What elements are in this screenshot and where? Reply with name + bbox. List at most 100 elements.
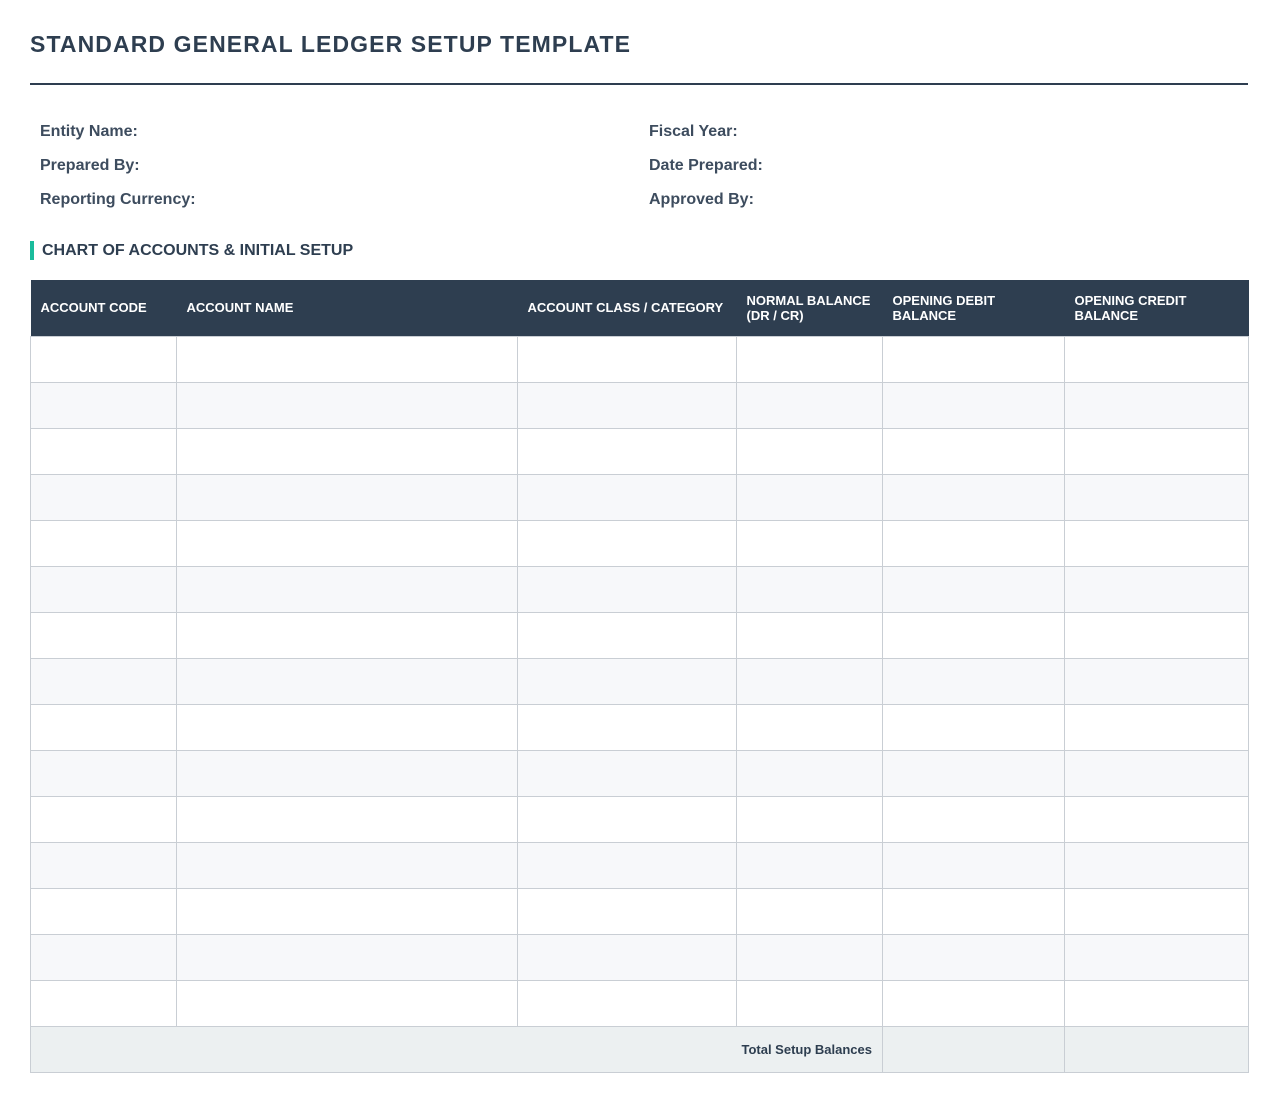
account-name-cell[interactable] <box>176 703 518 751</box>
table-row <box>30 933 1249 981</box>
account-code-cell[interactable] <box>30 657 177 705</box>
account-code-cell[interactable] <box>30 473 177 521</box>
opening-debit-cell[interactable] <box>882 887 1065 935</box>
account-name-cell[interactable] <box>176 979 518 1027</box>
account-class-cell[interactable] <box>517 749 737 797</box>
opening-debit-cell[interactable] <box>882 795 1065 843</box>
account-code-cell[interactable] <box>30 979 177 1027</box>
opening-debit-cell[interactable] <box>882 565 1065 613</box>
opening-credit-cell[interactable] <box>1064 657 1249 705</box>
table-row <box>30 795 1249 843</box>
opening-debit-cell[interactable] <box>882 519 1065 567</box>
normal-balance-cell[interactable] <box>736 749 883 797</box>
opening-credit-cell[interactable] <box>1064 979 1249 1027</box>
account-name-cell[interactable] <box>176 427 518 475</box>
table-body <box>30 335 1249 1027</box>
opening-credit-cell[interactable] <box>1064 703 1249 751</box>
opening-credit-cell[interactable] <box>1064 381 1249 429</box>
normal-balance-cell[interactable] <box>736 657 883 705</box>
account-name-cell[interactable] <box>176 841 518 889</box>
account-class-cell[interactable] <box>517 795 737 843</box>
account-code-cell[interactable] <box>30 703 177 751</box>
account-name-cell[interactable] <box>176 795 518 843</box>
opening-debit-cell[interactable] <box>882 473 1065 521</box>
account-code-cell[interactable] <box>30 841 177 889</box>
opening-credit-cell[interactable] <box>1064 335 1249 383</box>
account-name-cell[interactable] <box>176 657 518 705</box>
account-code-cell[interactable] <box>30 427 177 475</box>
table-row <box>30 381 1249 429</box>
normal-balance-cell[interactable] <box>736 473 883 521</box>
account-class-cell[interactable] <box>517 841 737 889</box>
opening-debit-cell[interactable] <box>882 979 1065 1027</box>
account-name-cell[interactable] <box>176 473 518 521</box>
normal-balance-cell[interactable] <box>736 519 883 567</box>
account-code-cell[interactable] <box>30 565 177 613</box>
opening-credit-cell[interactable] <box>1064 749 1249 797</box>
account-code-cell[interactable] <box>30 519 177 567</box>
total-credit-cell[interactable] <box>1064 1025 1249 1073</box>
date-prepared-label: Date Prepared: <box>649 157 763 174</box>
account-name-cell[interactable] <box>176 565 518 613</box>
opening-credit-cell[interactable] <box>1064 841 1249 889</box>
account-name-cell[interactable] <box>176 749 518 797</box>
account-code-cell[interactable] <box>30 749 177 797</box>
account-name-cell[interactable] <box>176 933 518 981</box>
account-class-cell[interactable] <box>517 887 737 935</box>
opening-credit-cell[interactable] <box>1064 427 1249 475</box>
account-class-cell[interactable] <box>517 703 737 751</box>
opening-debit-cell[interactable] <box>882 381 1065 429</box>
normal-balance-cell[interactable] <box>736 933 883 981</box>
account-name-cell[interactable] <box>176 519 518 567</box>
account-class-cell[interactable] <box>517 519 737 567</box>
account-class-cell[interactable] <box>517 565 737 613</box>
opening-debit-cell[interactable] <box>882 335 1065 383</box>
opening-debit-cell[interactable] <box>882 841 1065 889</box>
normal-balance-cell[interactable] <box>736 335 883 383</box>
opening-debit-cell[interactable] <box>882 703 1065 751</box>
opening-debit-cell[interactable] <box>882 427 1065 475</box>
account-code-cell[interactable] <box>30 335 177 383</box>
account-class-cell[interactable] <box>517 473 737 521</box>
opening-debit-cell[interactable] <box>882 933 1065 981</box>
normal-balance-cell[interactable] <box>736 611 883 659</box>
opening-credit-cell[interactable] <box>1064 519 1249 567</box>
account-class-cell[interactable] <box>517 657 737 705</box>
opening-credit-cell[interactable] <box>1064 887 1249 935</box>
account-class-cell[interactable] <box>517 427 737 475</box>
total-debit-cell[interactable] <box>882 1025 1065 1073</box>
account-code-cell[interactable] <box>30 795 177 843</box>
account-name-cell[interactable] <box>176 381 518 429</box>
account-name-cell[interactable] <box>176 887 518 935</box>
account-code-cell[interactable] <box>30 381 177 429</box>
header-opening-credit: OPENING CREDIT BALANCE <box>1064 280 1249 336</box>
section-heading: CHART OF ACCOUNTS & INITIAL SETUP <box>30 241 353 260</box>
account-name-cell[interactable] <box>176 611 518 659</box>
opening-credit-cell[interactable] <box>1064 473 1249 521</box>
account-class-cell[interactable] <box>517 335 737 383</box>
opening-credit-cell[interactable] <box>1064 611 1249 659</box>
account-code-cell[interactable] <box>30 611 177 659</box>
normal-balance-cell[interactable] <box>736 887 883 935</box>
opening-debit-cell[interactable] <box>882 657 1065 705</box>
account-class-cell[interactable] <box>517 381 737 429</box>
opening-debit-cell[interactable] <box>882 611 1065 659</box>
account-class-cell[interactable] <box>517 979 737 1027</box>
normal-balance-cell[interactable] <box>736 795 883 843</box>
table-header-row: ACCOUNT CODE ACCOUNT NAME ACCOUNT CLASS … <box>30 280 1249 336</box>
account-name-cell[interactable] <box>176 335 518 383</box>
normal-balance-cell[interactable] <box>736 565 883 613</box>
opening-credit-cell[interactable] <box>1064 933 1249 981</box>
normal-balance-cell[interactable] <box>736 703 883 751</box>
account-code-cell[interactable] <box>30 933 177 981</box>
normal-balance-cell[interactable] <box>736 979 883 1027</box>
account-class-cell[interactable] <box>517 611 737 659</box>
normal-balance-cell[interactable] <box>736 427 883 475</box>
opening-debit-cell[interactable] <box>882 749 1065 797</box>
account-code-cell[interactable] <box>30 887 177 935</box>
normal-balance-cell[interactable] <box>736 841 883 889</box>
opening-credit-cell[interactable] <box>1064 565 1249 613</box>
account-class-cell[interactable] <box>517 933 737 981</box>
normal-balance-cell[interactable] <box>736 381 883 429</box>
opening-credit-cell[interactable] <box>1064 795 1249 843</box>
